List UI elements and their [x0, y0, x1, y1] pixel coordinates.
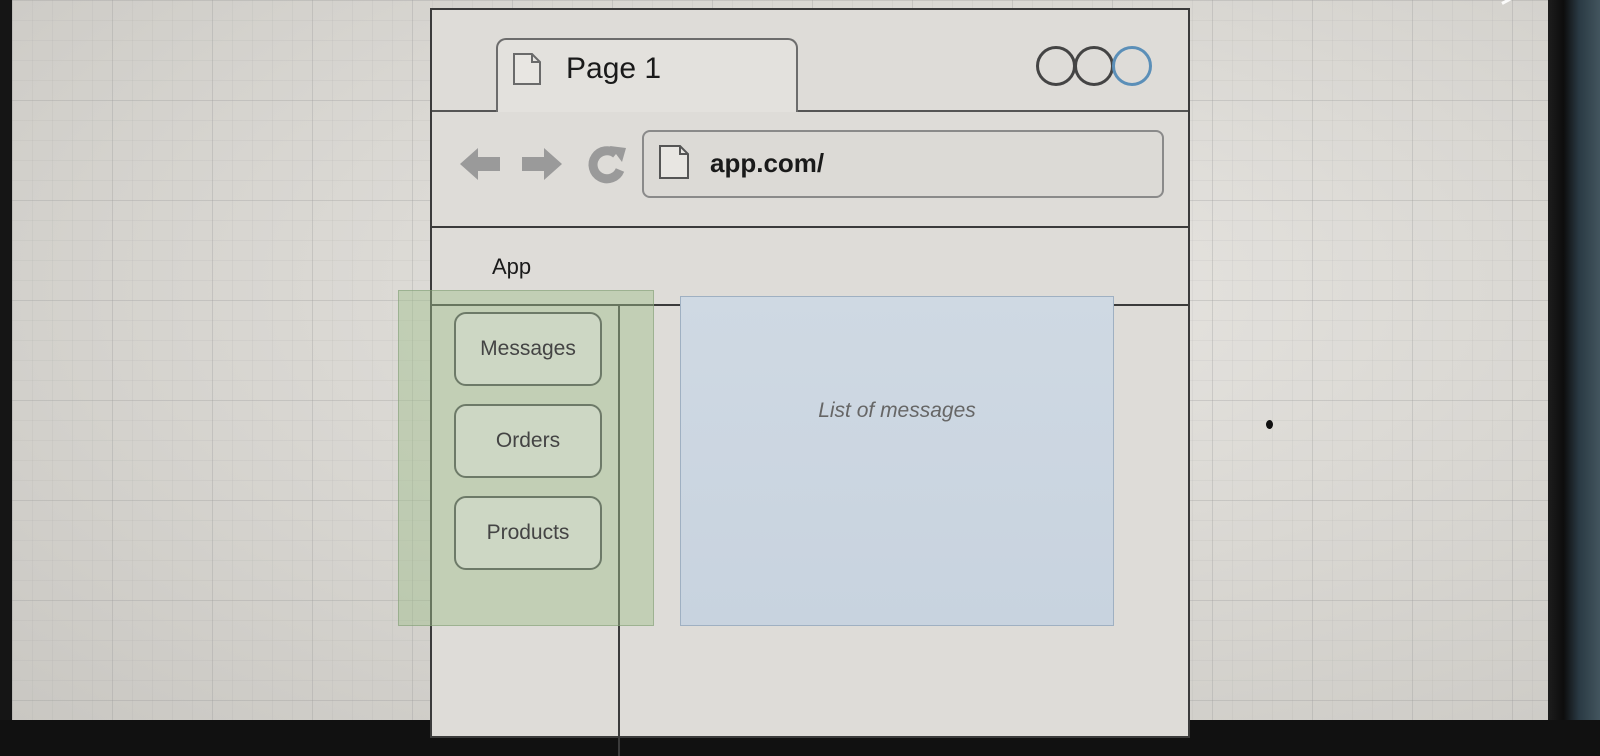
app-title: App — [492, 254, 532, 279]
browser-toolbar: app.com/ — [432, 110, 1188, 228]
orders-button[interactable]: Orders — [454, 404, 602, 478]
page-icon — [513, 53, 541, 85]
products-button[interactable]: Products — [454, 496, 602, 570]
url-bar[interactable]: app.com/ — [642, 130, 1164, 198]
circle-icon[interactable] — [1112, 46, 1152, 86]
tab-title: Page 1 — [566, 52, 662, 85]
circle-icon[interactable] — [1074, 46, 1114, 86]
messages-button-label: Messages — [480, 337, 576, 360]
monitor-bezel-right — [1548, 0, 1600, 720]
arrow-left-icon[interactable] — [456, 140, 504, 188]
reload-icon[interactable] — [582, 140, 630, 188]
orders-button-label: Orders — [495, 429, 561, 452]
products-button-label: Products — [486, 521, 570, 544]
url-text: app.com/ — [710, 148, 825, 178]
messages-button[interactable]: Messages — [454, 312, 602, 386]
screen-glare — [1501, 0, 1548, 5]
message-list-panel: List of messages — [680, 296, 1114, 626]
monitor-bezel-left — [0, 0, 12, 720]
circle-icon[interactable] — [1036, 46, 1076, 86]
tab-bar: Page 1 — [432, 10, 1188, 112]
content-placeholder: List of messages — [818, 399, 976, 422]
page-icon — [659, 145, 689, 179]
tab-page-1[interactable]: Page 1 — [496, 38, 798, 112]
screen-speck — [1266, 420, 1273, 429]
window-controls — [1036, 46, 1152, 86]
arrow-right-icon[interactable] — [518, 140, 566, 188]
